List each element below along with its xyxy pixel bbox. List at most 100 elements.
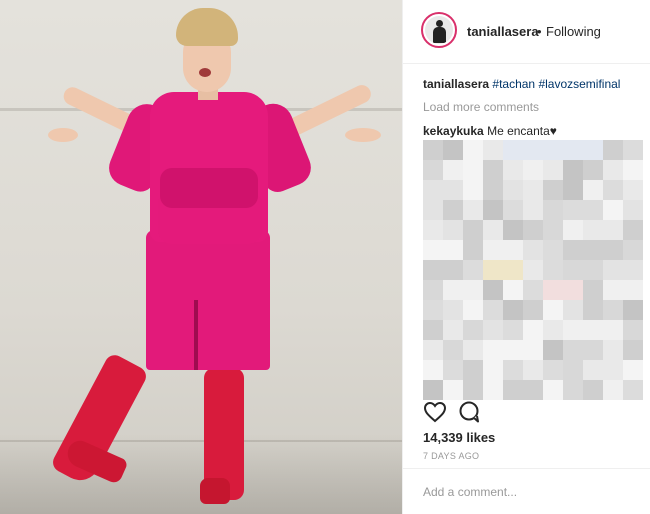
- pixel-block: [483, 180, 503, 200]
- pixel-block: [623, 280, 643, 300]
- pixel-block: [463, 140, 483, 160]
- pixel-block: [543, 160, 563, 180]
- pixel-block: [563, 340, 583, 360]
- pixel-block: [543, 180, 563, 200]
- post-age[interactable]: 7 DAYS AGO: [423, 451, 479, 461]
- following-button[interactable]: Following: [546, 24, 601, 39]
- pixel-block: [463, 380, 483, 400]
- pixel-block: [543, 240, 563, 260]
- pixel-block: [623, 140, 643, 160]
- pixel-block: [463, 300, 483, 320]
- pixel-block: [603, 140, 623, 160]
- pixel-block: [423, 180, 443, 200]
- pixel-block: [483, 260, 503, 280]
- pixel-block: [563, 160, 583, 180]
- pixel-block: [563, 200, 583, 220]
- right-boot-foot: [200, 478, 230, 504]
- pixel-block: [423, 380, 443, 400]
- pixel-block: [563, 180, 583, 200]
- speech-bubble-icon[interactable]: [457, 400, 481, 424]
- caption-username[interactable]: taniallasera: [423, 77, 489, 91]
- load-more-comments-button[interactable]: Load more comments: [423, 99, 539, 115]
- pixel-block: [463, 180, 483, 200]
- pixel-block: [443, 140, 463, 160]
- pixel-block: [583, 220, 603, 240]
- pixel-block: [523, 140, 543, 160]
- pixel-block: [423, 340, 443, 360]
- hashtag-link[interactable]: #lavozsemifinal: [538, 77, 620, 91]
- pixel-block: [623, 220, 643, 240]
- pixel-block: [603, 280, 623, 300]
- comment-text: Me encanta♥: [487, 124, 557, 138]
- pixel-block: [523, 320, 543, 340]
- pixel-block: [443, 340, 463, 360]
- pixel-block: [443, 220, 463, 240]
- pixel-block: [563, 380, 583, 400]
- pixel-block: [603, 160, 623, 180]
- pink-skirt: [146, 230, 270, 370]
- pixel-block: [603, 340, 623, 360]
- pixel-block: [483, 160, 503, 180]
- caption: taniallasera #tachan #lavozsemifinal: [423, 76, 620, 92]
- action-bar: [423, 400, 643, 424]
- pixel-block: [563, 220, 583, 240]
- pixel-block: [443, 360, 463, 380]
- avatar-figure-body: [433, 27, 446, 43]
- post-photo[interactable]: [0, 0, 402, 514]
- pixel-block: [523, 260, 543, 280]
- pixel-block: [583, 140, 603, 160]
- pixel-block: [423, 140, 443, 160]
- likes-count[interactable]: 14,339 likes: [423, 430, 495, 445]
- comment-input[interactable]: Add a comment...: [423, 485, 517, 499]
- pixel-block: [603, 220, 623, 240]
- blonde-hair: [176, 8, 238, 46]
- pixel-block: [463, 280, 483, 300]
- pixel-block: [563, 280, 583, 300]
- pixel-block: [483, 360, 503, 380]
- pixel-block: [583, 380, 603, 400]
- avatar[interactable]: [421, 12, 457, 48]
- hashtag-link[interactable]: #tachan: [492, 77, 535, 91]
- pixel-block: [623, 160, 643, 180]
- pixel-block: [443, 200, 463, 220]
- pixel-block: [583, 300, 603, 320]
- avatar-figure-head: [436, 20, 443, 27]
- pixel-block: [523, 240, 543, 260]
- pixel-block: [423, 220, 443, 240]
- pixel-block: [423, 360, 443, 380]
- pixel-block: [543, 380, 563, 400]
- pixel-block: [443, 380, 463, 400]
- pixel-block: [503, 320, 523, 340]
- comment: kekaykuka Me encanta♥: [423, 123, 557, 139]
- pixel-block: [423, 260, 443, 280]
- pixel-block: [523, 360, 543, 380]
- pixel-block: [443, 180, 463, 200]
- pixel-block: [583, 180, 603, 200]
- pixel-block: [463, 240, 483, 260]
- pixel-block: [603, 200, 623, 220]
- pixel-block: [503, 280, 523, 300]
- pixel-block: [543, 340, 563, 360]
- pixel-block: [543, 140, 563, 160]
- pixel-block: [543, 280, 563, 300]
- pixel-block: [563, 300, 583, 320]
- pixel-block: [543, 220, 563, 240]
- pixel-block: [423, 280, 443, 300]
- comment-box: Add a comment...: [403, 468, 650, 514]
- pixel-block: [443, 240, 463, 260]
- pixel-block: [463, 320, 483, 340]
- pixel-block: [503, 260, 523, 280]
- avatar-image: [425, 16, 453, 44]
- pixel-block: [463, 220, 483, 240]
- pixel-block: [543, 300, 563, 320]
- pixel-block: [443, 320, 463, 340]
- pixel-block: [423, 200, 443, 220]
- heart-icon[interactable]: [423, 400, 447, 424]
- pixel-block: [583, 200, 603, 220]
- header-separator: •: [537, 24, 542, 39]
- pixel-block: [503, 240, 523, 260]
- pixel-block: [523, 340, 543, 360]
- comment-username[interactable]: kekaykuka: [423, 124, 484, 138]
- pixel-block: [583, 360, 603, 380]
- author-username[interactable]: taniallasera: [467, 24, 539, 39]
